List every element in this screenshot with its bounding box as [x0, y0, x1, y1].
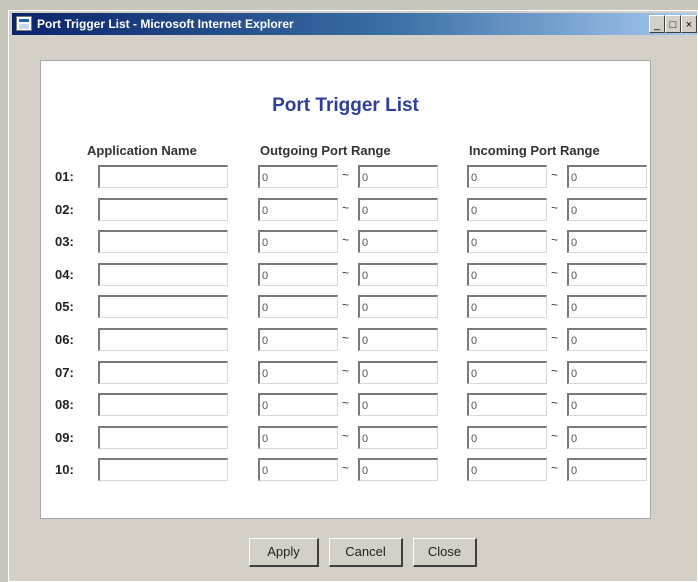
incoming-start-input[interactable]	[467, 230, 547, 253]
row-label: 06:	[55, 332, 74, 347]
application-name-input[interactable]	[98, 198, 228, 221]
outgoing-start-input[interactable]	[258, 458, 338, 481]
row-label: 09:	[55, 430, 74, 445]
outgoing-end-input[interactable]	[358, 263, 438, 286]
incoming-start-input[interactable]	[467, 328, 547, 351]
column-header-incoming: Incoming Port Range	[469, 143, 600, 158]
range-separator: ~	[342, 168, 350, 182]
outgoing-end-input[interactable]	[358, 393, 438, 416]
outgoing-end-input[interactable]	[358, 458, 438, 481]
incoming-end-input[interactable]	[567, 361, 647, 384]
incoming-start-input[interactable]	[467, 361, 547, 384]
outgoing-end-input[interactable]	[358, 426, 438, 449]
range-separator: ~	[551, 266, 559, 280]
incoming-start-input[interactable]	[467, 165, 547, 188]
range-separator: ~	[551, 201, 559, 215]
title-bar[interactable]: Port Trigger List - Microsoft Internet E…	[12, 13, 697, 35]
close-button[interactable]: Close	[413, 538, 477, 567]
range-separator: ~	[342, 201, 350, 215]
range-separator: ~	[551, 429, 559, 443]
range-separator: ~	[551, 168, 559, 182]
incoming-end-input[interactable]	[567, 426, 647, 449]
outgoing-end-input[interactable]	[358, 361, 438, 384]
application-name-input[interactable]	[98, 165, 228, 188]
incoming-end-input[interactable]	[567, 295, 647, 318]
column-header-application: Application Name	[87, 143, 197, 158]
outgoing-start-input[interactable]	[258, 393, 338, 416]
outgoing-start-input[interactable]	[258, 230, 338, 253]
outgoing-end-input[interactable]	[358, 198, 438, 221]
range-separator: ~	[551, 298, 559, 312]
range-separator: ~	[342, 233, 350, 247]
row-label: 01:	[55, 169, 74, 184]
incoming-end-input[interactable]	[567, 165, 647, 188]
incoming-start-input[interactable]	[467, 458, 547, 481]
range-separator: ~	[551, 364, 559, 378]
row-label: 05:	[55, 299, 74, 314]
range-separator: ~	[342, 461, 350, 475]
incoming-start-input[interactable]	[467, 263, 547, 286]
outgoing-end-input[interactable]	[358, 328, 438, 351]
range-separator: ~	[551, 396, 559, 410]
apply-button[interactable]: Apply	[249, 538, 319, 567]
range-separator: ~	[342, 298, 350, 312]
application-name-input[interactable]	[98, 393, 228, 416]
application-name-input[interactable]	[98, 426, 228, 449]
incoming-start-input[interactable]	[467, 295, 547, 318]
outgoing-start-input[interactable]	[258, 198, 338, 221]
application-name-input[interactable]	[98, 458, 228, 481]
application-name-input[interactable]	[98, 328, 228, 351]
row-label: 04:	[55, 267, 74, 282]
range-separator: ~	[551, 233, 559, 247]
page-title: Port Trigger List	[272, 95, 419, 116]
range-separator: ~	[551, 331, 559, 345]
outgoing-start-input[interactable]	[258, 263, 338, 286]
outgoing-end-input[interactable]	[358, 165, 438, 188]
row-label: 10:	[55, 462, 74, 477]
range-separator: ~	[551, 461, 559, 475]
application-name-input[interactable]	[98, 230, 228, 253]
cancel-button[interactable]: Cancel	[329, 538, 403, 567]
incoming-start-input[interactable]	[467, 198, 547, 221]
row-label: 08:	[55, 397, 74, 412]
maximize-button[interactable]: □	[665, 15, 681, 33]
range-separator: ~	[342, 331, 350, 345]
row-label: 07:	[55, 365, 74, 380]
application-name-input[interactable]	[98, 361, 228, 384]
outgoing-end-input[interactable]	[358, 295, 438, 318]
close-window-button[interactable]: ×	[681, 15, 697, 33]
incoming-start-input[interactable]	[467, 393, 547, 416]
incoming-end-input[interactable]	[567, 328, 647, 351]
incoming-start-input[interactable]	[467, 426, 547, 449]
minimize-button[interactable]: _	[649, 15, 665, 33]
outgoing-end-input[interactable]	[358, 230, 438, 253]
outgoing-start-input[interactable]	[258, 426, 338, 449]
application-name-input[interactable]	[98, 295, 228, 318]
port-trigger-form: Port Trigger List Application Name Outgo…	[40, 60, 651, 567]
incoming-end-input[interactable]	[567, 230, 647, 253]
ie-window: Port Trigger List - Microsoft Internet E…	[8, 10, 698, 582]
outgoing-start-input[interactable]	[258, 295, 338, 318]
outgoing-start-input[interactable]	[258, 361, 338, 384]
column-header-outgoing: Outgoing Port Range	[260, 143, 391, 158]
range-separator: ~	[342, 396, 350, 410]
range-separator: ~	[342, 266, 350, 280]
incoming-end-input[interactable]	[567, 198, 647, 221]
row-label: 02:	[55, 202, 74, 217]
incoming-end-input[interactable]	[567, 458, 647, 481]
incoming-end-input[interactable]	[567, 393, 647, 416]
range-separator: ~	[342, 364, 350, 378]
application-name-input[interactable]	[98, 263, 228, 286]
outgoing-start-input[interactable]	[258, 165, 338, 188]
ie-page-icon	[16, 16, 32, 31]
window-controls: _ □ ×	[649, 15, 697, 33]
incoming-end-input[interactable]	[567, 263, 647, 286]
outgoing-start-input[interactable]	[258, 328, 338, 351]
row-label: 03:	[55, 234, 74, 249]
range-separator: ~	[342, 429, 350, 443]
window-title: Port Trigger List - Microsoft Internet E…	[37, 17, 294, 31]
